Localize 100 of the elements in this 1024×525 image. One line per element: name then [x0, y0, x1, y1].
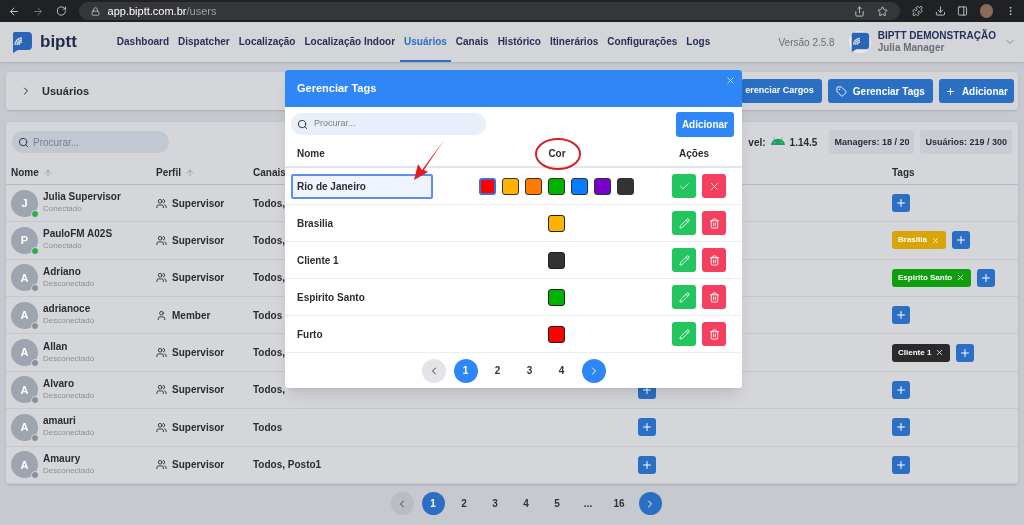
nav-tab[interactable]: Dashboard [112, 22, 174, 62]
page-button[interactable]: 16 [607, 492, 631, 515]
page-button[interactable]: 5 [545, 492, 569, 515]
nav-tab[interactable]: Localização Indoor [300, 22, 400, 62]
delete-button[interactable] [702, 285, 726, 309]
page-button[interactable]: ... [576, 492, 600, 515]
tag-chip[interactable]: Espirito Santo [892, 268, 972, 287]
account-avatar[interactable] [848, 31, 871, 53]
next-page-button[interactable] [638, 492, 662, 515]
tag-chip[interactable]: Cliente 1 [892, 343, 951, 362]
search-placeholder: Procurar... [33, 135, 80, 150]
tag-search-field[interactable]: Procurar... [291, 113, 486, 135]
page-button[interactable]: 1 [453, 358, 478, 383]
add-tag-button[interactable] [892, 418, 910, 437]
user-status: Desconectado [43, 390, 95, 402]
nav-tab[interactable]: Localização [234, 22, 300, 62]
page-button[interactable]: 4 [514, 492, 538, 515]
avatar: A [11, 264, 38, 292]
color-swatch[interactable] [501, 177, 519, 195]
edit-button[interactable] [672, 211, 696, 235]
user-status: Desconectado [43, 464, 95, 477]
tag-name-input[interactable]: Rio de Janeiro [291, 173, 433, 199]
users-icon [156, 347, 167, 359]
add-tag-button[interactable] [892, 194, 910, 213]
edit-button[interactable] [672, 285, 696, 309]
nav-tab[interactable]: Canais [451, 22, 493, 62]
remove-icon[interactable] [935, 348, 945, 358]
plus-icon [641, 458, 653, 471]
user-name: amauri [43, 415, 77, 428]
plus-icon [895, 309, 907, 322]
plus-icon [895, 458, 907, 471]
add-tag-button[interactable] [892, 455, 910, 474]
url-host: app.biptt.com.br [107, 3, 187, 19]
user-status: Conectado [43, 240, 83, 253]
page-button[interactable]: 3 [517, 358, 542, 383]
pencil-icon [678, 291, 690, 303]
nav-tab[interactable]: Usuários [400, 22, 451, 62]
share-icon[interactable] [853, 5, 865, 17]
nav-tab[interactable]: Histórico [493, 22, 545, 62]
plus-icon [944, 85, 956, 97]
plus-icon [954, 234, 967, 247]
star-icon[interactable] [876, 5, 888, 17]
address-bar[interactable]: app.biptt.com.br/users [78, 2, 900, 20]
users-icon [156, 197, 167, 209]
page-button[interactable]: 2 [485, 358, 510, 383]
trash-icon [708, 254, 720, 266]
header-button[interactable]: erenciar Cargos [741, 79, 822, 103]
next-page-button[interactable] [581, 358, 606, 383]
nav-tab[interactable]: Logs [682, 22, 715, 62]
column-header[interactable]: Perfil [156, 165, 181, 181]
color-swatch[interactable] [524, 177, 542, 195]
header-button[interactable]: Adicionar [938, 79, 1014, 103]
column-header[interactable]: Tags [892, 165, 915, 181]
channels-text: Todos [253, 420, 284, 435]
nav-tab[interactable]: Dispatcher [174, 22, 234, 62]
color-swatch[interactable] [478, 177, 496, 195]
nav-tab[interactable]: Configurações [603, 22, 682, 62]
delete-button[interactable] [702, 211, 726, 235]
delete-button[interactable] [702, 248, 726, 272]
edit-button[interactable] [672, 248, 696, 272]
profile-avatar[interactable] [980, 4, 994, 18]
add-button[interactable]: Adicionar [675, 111, 734, 137]
cancel-button[interactable] [702, 174, 726, 198]
page-button[interactable]: 3 [483, 492, 507, 515]
lock-icon [90, 6, 100, 16]
header-button[interactable]: Gerenciar Tags [827, 79, 933, 103]
add-tag-button[interactable] [956, 343, 975, 362]
avatar: A [11, 451, 38, 479]
page-button[interactable]: 1 [421, 492, 445, 515]
add-tag-button[interactable] [892, 306, 910, 325]
color-swatch[interactable] [570, 177, 588, 195]
color-swatch[interactable] [547, 177, 565, 195]
add-tag-button[interactable] [892, 381, 910, 399]
add-tag-button[interactable] [638, 455, 656, 474]
edit-button[interactable] [672, 322, 696, 346]
reload-icon[interactable] [55, 5, 67, 17]
download-icon[interactable] [934, 5, 946, 17]
search-icon [18, 136, 29, 148]
search-icon [297, 118, 308, 130]
nav-tab[interactable]: Itinerários [545, 22, 603, 62]
close-icon[interactable] [725, 75, 736, 86]
column-header[interactable]: Nome [11, 165, 39, 181]
color-swatch[interactable] [593, 177, 611, 195]
side-panel-icon[interactable] [957, 5, 969, 17]
account-name: BIPTT DEMONSTRAÇÃO [877, 30, 996, 42]
channels-text: Todos, [253, 271, 287, 286]
delete-button[interactable] [702, 322, 726, 346]
add-tag-button[interactable] [951, 231, 970, 250]
column-header[interactable]: Canais [253, 165, 286, 181]
app-version-label: vel: [748, 135, 766, 150]
extensions-icon[interactable] [911, 5, 923, 17]
avatar: A [11, 413, 38, 441]
page-button[interactable]: 4 [549, 358, 574, 383]
add-tag-button[interactable] [638, 418, 656, 437]
page-button[interactable]: 2 [452, 492, 476, 515]
previous-page-button[interactable] [390, 492, 414, 515]
count-chip: Managers: 18 / 20 [829, 130, 915, 155]
plus-icon [895, 197, 907, 210]
color-swatch[interactable] [616, 177, 634, 195]
add-tag-button[interactable] [977, 268, 996, 287]
